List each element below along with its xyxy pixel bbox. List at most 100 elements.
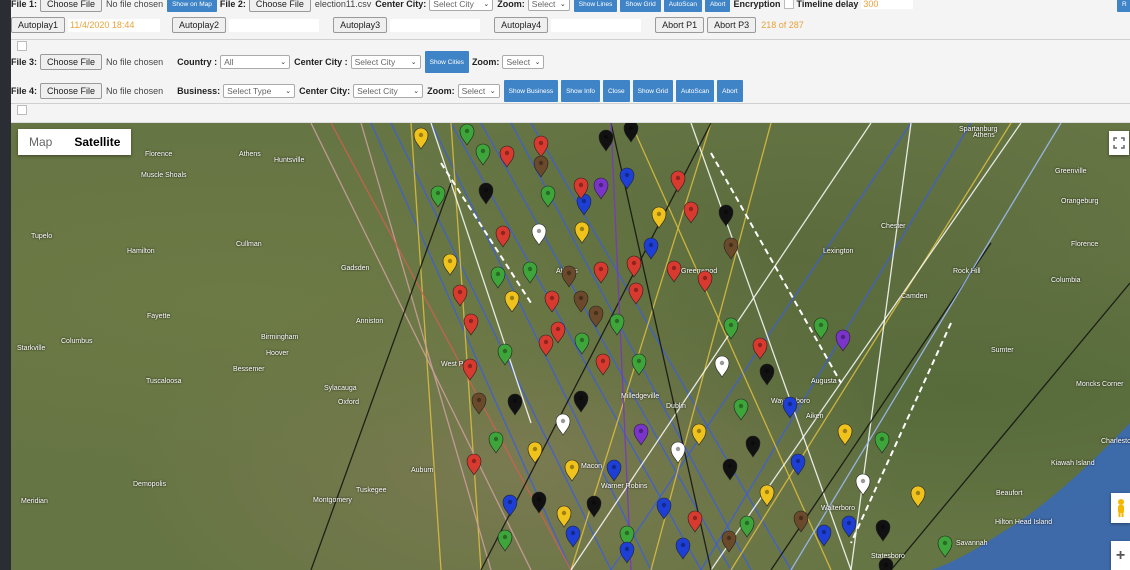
- red-map-marker-icon[interactable]: [538, 334, 554, 357]
- green-map-marker-icon[interactable]: [874, 431, 890, 454]
- autoplay3-button[interactable]: Autoplay3: [333, 17, 388, 33]
- green-map-marker-icon[interactable]: [723, 317, 739, 340]
- red-map-marker-icon[interactable]: [462, 358, 478, 381]
- blue-map-marker-icon[interactable]: [782, 396, 798, 419]
- white-map-marker-icon[interactable]: [670, 441, 686, 464]
- fullscreen-icon[interactable]: [1109, 131, 1129, 155]
- green-map-marker-icon[interactable]: [497, 529, 513, 552]
- yellow-map-marker-icon[interactable]: [527, 441, 543, 464]
- blue-map-marker-icon[interactable]: [656, 497, 672, 520]
- white-map-marker-icon[interactable]: [855, 473, 871, 496]
- abort-p1-button[interactable]: Abort P1: [655, 17, 705, 33]
- white-map-marker-icon[interactable]: [555, 413, 571, 436]
- encryption-checkbox[interactable]: [783, 0, 794, 9]
- green-map-marker-icon[interactable]: [574, 332, 590, 355]
- black-map-marker-icon[interactable]: [531, 491, 547, 514]
- row1-zoom-select[interactable]: Select ⌄: [527, 0, 570, 11]
- red-map-marker-icon[interactable]: [544, 290, 560, 313]
- green-map-marker-icon[interactable]: [609, 313, 625, 336]
- blue-map-marker-icon[interactable]: [619, 541, 635, 564]
- red-map-marker-icon[interactable]: [626, 255, 642, 278]
- close-button[interactable]: Close: [603, 80, 630, 102]
- business-select[interactable]: Select Type ⌄: [223, 84, 296, 98]
- row-checkbox-1[interactable]: [17, 41, 27, 51]
- red-map-marker-icon[interactable]: [533, 135, 549, 158]
- blue-map-marker-icon[interactable]: [790, 453, 806, 476]
- show-lines-button[interactable]: Show Lines: [573, 0, 618, 12]
- brown-map-marker-icon[interactable]: [793, 510, 809, 533]
- yellow-map-marker-icon[interactable]: [837, 423, 853, 446]
- blue-map-marker-icon[interactable]: [675, 537, 691, 560]
- map-type-satellite-button[interactable]: Satellite: [63, 129, 131, 155]
- red-map-marker-icon[interactable]: [683, 201, 699, 224]
- brown-map-marker-icon[interactable]: [561, 265, 577, 288]
- black-map-marker-icon[interactable]: [478, 182, 494, 205]
- row1-center-city-select[interactable]: Select City ⌄: [429, 0, 494, 11]
- green-map-marker-icon[interactable]: [522, 261, 538, 284]
- green-map-marker-icon[interactable]: [937, 535, 953, 558]
- black-map-marker-icon[interactable]: [745, 435, 761, 458]
- red-map-marker-icon[interactable]: [628, 282, 644, 305]
- blue-map-marker-icon[interactable]: [643, 237, 659, 260]
- green-map-marker-icon[interactable]: [813, 317, 829, 340]
- yellow-map-marker-icon[interactable]: [691, 423, 707, 446]
- black-map-marker-icon[interactable]: [598, 129, 614, 152]
- row1-show-grid-button[interactable]: Show Grid: [620, 0, 661, 12]
- red-map-marker-icon[interactable]: [550, 321, 566, 344]
- brown-map-marker-icon[interactable]: [471, 392, 487, 415]
- yellow-map-marker-icon[interactable]: [413, 127, 429, 150]
- file4-choose-button[interactable]: Choose File: [40, 83, 103, 99]
- satellite-map[interactable]: Huntsville Athens Florence Muscle Shoals Cul…: [11, 123, 1130, 570]
- autoplay3-field[interactable]: [390, 18, 481, 32]
- show-cities-button[interactable]: Show Cities: [424, 51, 469, 73]
- black-map-marker-icon[interactable]: [722, 458, 738, 481]
- black-map-marker-icon[interactable]: [573, 390, 589, 413]
- row1-abort-button[interactable]: Abort: [704, 0, 731, 12]
- green-map-marker-icon[interactable]: [459, 123, 475, 146]
- red-map-marker-icon[interactable]: [595, 353, 611, 376]
- map-type-map-button[interactable]: Map: [18, 129, 63, 155]
- red-map-marker-icon[interactable]: [452, 284, 468, 307]
- green-map-marker-icon[interactable]: [733, 398, 749, 421]
- purple-map-marker-icon[interactable]: [593, 177, 609, 200]
- country-select[interactable]: All ⌄: [220, 55, 291, 69]
- row-checkbox-2[interactable]: [17, 105, 27, 115]
- autoplay2-field[interactable]: [229, 18, 320, 32]
- show-info-button[interactable]: Show Info: [561, 80, 600, 102]
- green-map-marker-icon[interactable]: [475, 143, 491, 166]
- black-map-marker-icon[interactable]: [507, 393, 523, 416]
- yellow-map-marker-icon[interactable]: [651, 206, 667, 229]
- blue-map-marker-icon[interactable]: [576, 193, 592, 216]
- blue-map-marker-icon[interactable]: [841, 515, 857, 538]
- row4-center-city-select[interactable]: Select City ⌄: [353, 84, 424, 98]
- red-map-marker-icon[interactable]: [666, 260, 682, 283]
- red-map-marker-icon[interactable]: [687, 510, 703, 533]
- red-map-marker-icon[interactable]: [466, 453, 482, 476]
- row1-autoscan-button[interactable]: AutoScan: [663, 0, 702, 12]
- green-map-marker-icon[interactable]: [540, 185, 556, 208]
- yellow-map-marker-icon[interactable]: [574, 221, 590, 244]
- blue-map-marker-icon[interactable]: [619, 167, 635, 190]
- brown-map-marker-icon[interactable]: [721, 530, 737, 553]
- timeline-delay-input[interactable]: 300: [861, 0, 914, 9]
- brown-map-marker-icon[interactable]: [723, 237, 739, 260]
- red-map-marker-icon[interactable]: [495, 225, 511, 248]
- row3-center-city-select[interactable]: Select City ⌄: [350, 55, 421, 69]
- show-on-map-button[interactable]: Show on Map: [167, 0, 217, 12]
- row4-show-grid-button[interactable]: Show Grid: [632, 80, 673, 102]
- yellow-map-marker-icon[interactable]: [504, 290, 520, 313]
- green-map-marker-icon[interactable]: [490, 266, 506, 289]
- red-map-marker-icon[interactable]: [752, 337, 768, 360]
- yellow-map-marker-icon[interactable]: [442, 253, 458, 276]
- show-business-button[interactable]: Show Business: [503, 80, 559, 102]
- abort-p3-button[interactable]: Abort P3: [707, 17, 757, 33]
- blue-map-marker-icon[interactable]: [565, 525, 581, 548]
- white-map-marker-icon[interactable]: [531, 223, 547, 246]
- blue-map-marker-icon[interactable]: [606, 459, 622, 482]
- black-map-marker-icon[interactable]: [586, 495, 602, 518]
- yellow-map-marker-icon[interactable]: [910, 485, 926, 508]
- red-map-marker-icon[interactable]: [593, 261, 609, 284]
- green-map-marker-icon[interactable]: [430, 185, 446, 208]
- black-map-marker-icon[interactable]: [878, 557, 894, 570]
- blue-map-marker-icon[interactable]: [502, 494, 518, 517]
